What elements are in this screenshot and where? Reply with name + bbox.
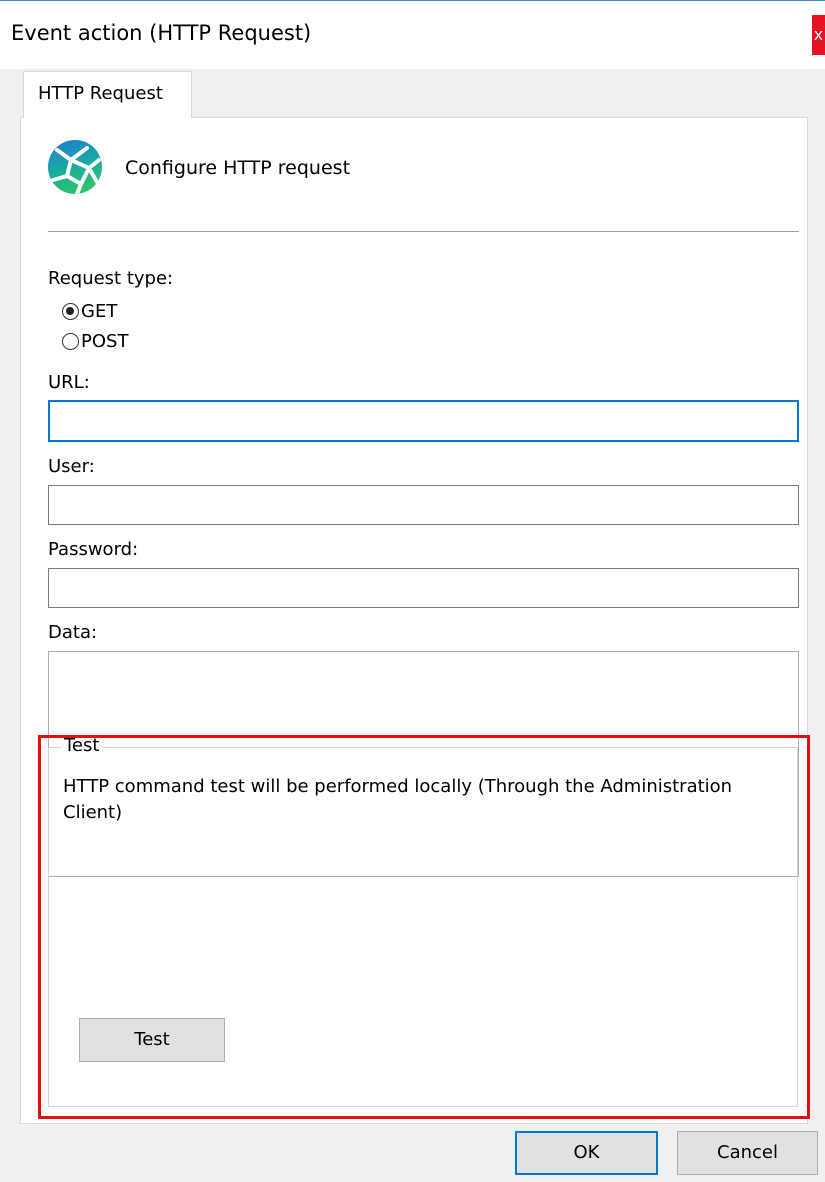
password-label: Password: — [48, 539, 139, 560]
radio-get[interactable]: GET — [62, 299, 117, 323]
test-button-label: Test — [134, 1029, 170, 1050]
user-label: User: — [48, 456, 95, 477]
test-group-description: HTTP command test will be performed loca… — [63, 776, 733, 823]
tab-label: HTTP Request — [38, 83, 163, 104]
cancel-button[interactable]: Cancel — [677, 1131, 818, 1175]
ok-button-label: OK — [573, 1142, 600, 1163]
request-type-label: Request type: — [48, 268, 174, 289]
password-input[interactable] — [48, 568, 799, 608]
header-separator — [48, 231, 799, 232]
close-icon: x — [813, 25, 824, 44]
window-title: Event action (HTTP Request) — [11, 21, 312, 45]
tab-http-request[interactable]: HTTP Request — [23, 71, 192, 118]
ok-button[interactable]: OK — [515, 1131, 658, 1175]
title-bar: Event action (HTTP Request) x — [0, 1, 825, 69]
cancel-button-label: Cancel — [717, 1142, 778, 1163]
close-button[interactable]: x — [812, 15, 825, 55]
radio-post-label: POST — [81, 330, 129, 352]
test-button[interactable]: Test — [79, 1018, 225, 1062]
network-globe-icon — [48, 140, 102, 196]
data-label: Data: — [48, 622, 98, 643]
radio-get-label: GET — [81, 300, 118, 322]
radio-get-indicator[interactable] — [62, 302, 79, 320]
url-input[interactable] — [48, 400, 799, 442]
radio-post[interactable]: POST — [62, 329, 128, 353]
test-group-title: Test — [61, 735, 103, 756]
url-label: URL: — [48, 372, 90, 393]
radio-post-indicator[interactable] — [62, 332, 79, 350]
user-input[interactable] — [48, 485, 799, 525]
header-title: Configure HTTP request — [125, 157, 351, 179]
dialog-window: Event action (HTTP Request) x HTTP Reque… — [0, 0, 825, 1182]
